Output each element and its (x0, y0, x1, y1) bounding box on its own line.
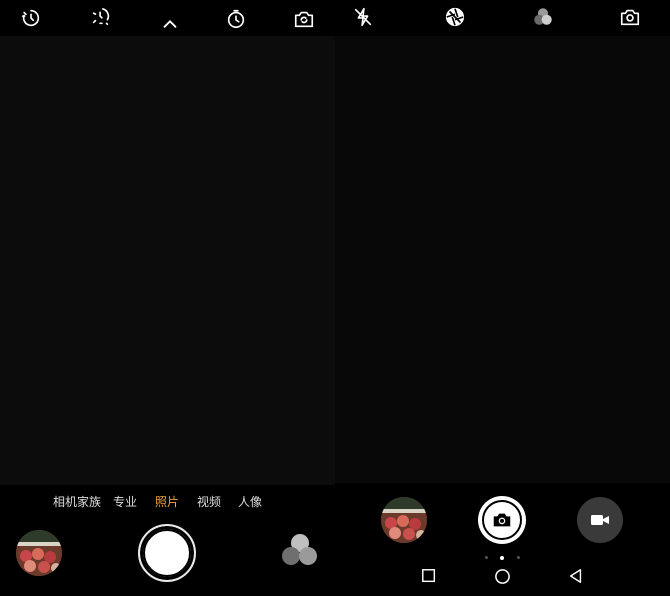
filters-icon[interactable] (531, 5, 555, 29)
camera-icon (493, 513, 511, 527)
square-icon[interactable] (420, 567, 438, 585)
page-indicator (485, 555, 521, 560)
filters-icon[interactable] (282, 534, 318, 570)
timer-off-icon[interactable] (89, 4, 113, 28)
page-dot (485, 556, 488, 559)
video-camera-icon (591, 515, 609, 525)
triangle-back-icon[interactable] (567, 567, 585, 585)
mode-camera-family[interactable]: 相机家族 (53, 493, 101, 510)
shutter-button[interactable] (138, 524, 196, 582)
right-camera-screen (335, 0, 670, 596)
collapse-arrow-icon[interactable] (158, 13, 182, 37)
photo-mode-button[interactable] (478, 496, 526, 544)
circle-icon[interactable] (493, 567, 511, 585)
left-top-toolbar (0, 0, 335, 36)
flash-off-icon[interactable] (351, 5, 375, 29)
timer-icon[interactable] (19, 6, 43, 30)
gallery-thumbnail[interactable] (381, 497, 427, 543)
mode-portrait[interactable]: 人像 (238, 493, 262, 510)
switch-camera-icon[interactable] (292, 7, 316, 31)
shutter-inner (143, 529, 191, 577)
mode-pro[interactable]: 专业 (113, 493, 137, 510)
right-top-toolbar (335, 0, 670, 36)
page-dot (517, 556, 520, 559)
photo-mode-ring (482, 500, 522, 540)
right-viewfinder[interactable] (335, 36, 670, 483)
aperture-icon[interactable] (443, 5, 467, 29)
mode-selector: 相机家族 专业 照片 视频 人像 (0, 493, 335, 513)
screenshot-root: 相机家族 专业 照片 视频 人像 (0, 0, 670, 596)
left-viewfinder[interactable] (0, 36, 335, 485)
mode-video[interactable]: 视频 (197, 493, 221, 510)
right-bottom-controls (335, 483, 670, 596)
mode-photo[interactable]: 照片 (155, 493, 179, 510)
left-camera-screen: 相机家族 专业 照片 视频 人像 (0, 0, 335, 596)
page-dot-active (500, 555, 504, 560)
left-bottom-controls: 相机家族 专业 照片 视频 人像 (0, 485, 335, 596)
video-mode-button[interactable] (577, 497, 623, 543)
switch-camera-icon[interactable] (618, 5, 642, 29)
gallery-thumbnail[interactable] (16, 530, 62, 576)
timer-icon[interactable] (224, 7, 248, 31)
